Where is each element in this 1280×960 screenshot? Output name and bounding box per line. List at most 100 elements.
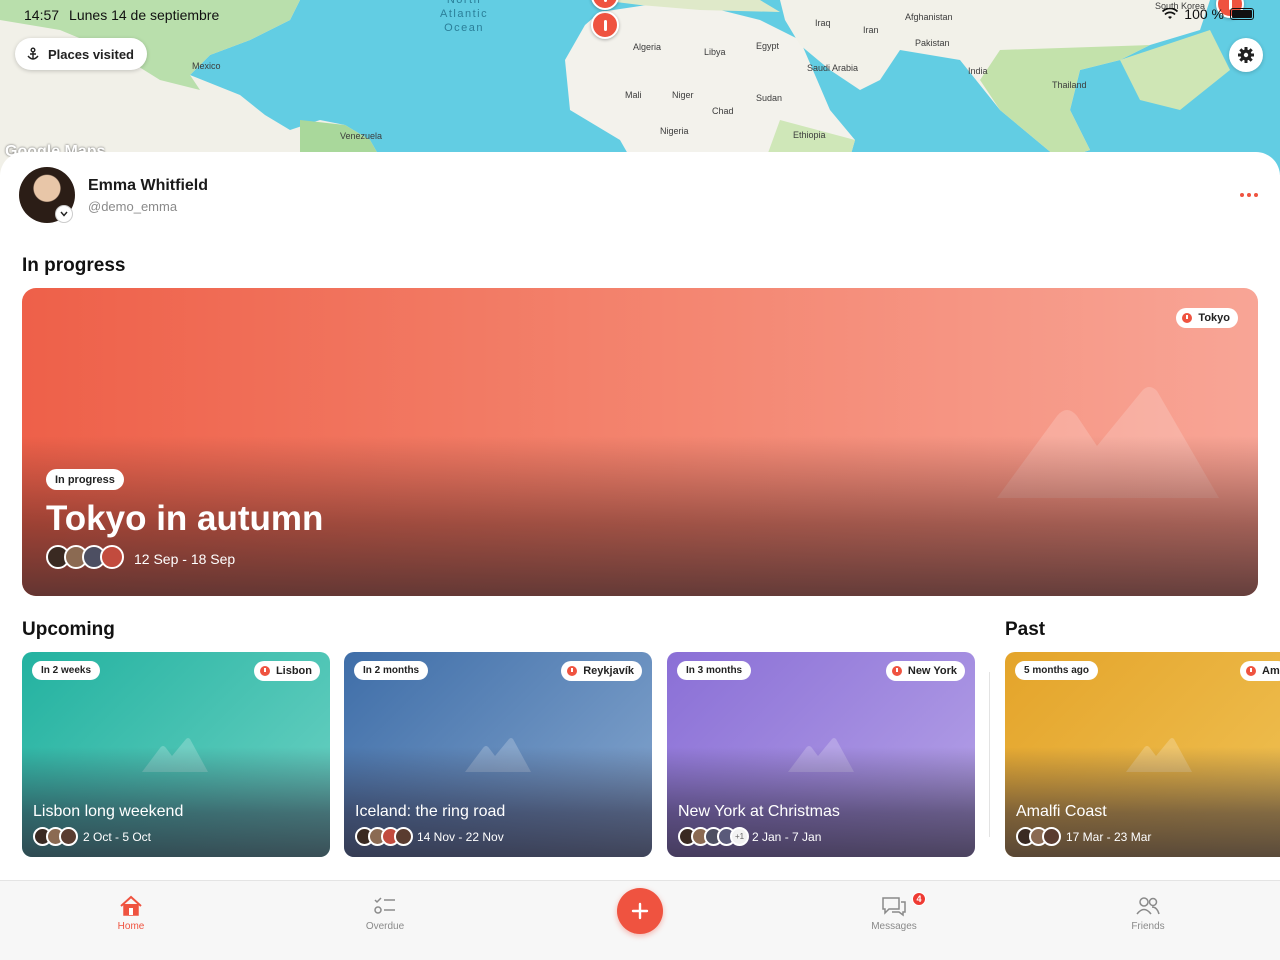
- trip-dates: 14 Nov - 22 Nov: [417, 830, 504, 844]
- profile-name: Emma Whitfield: [88, 177, 209, 194]
- member-avatar: [59, 827, 78, 846]
- tab-friends[interactable]: Friends: [1098, 895, 1198, 932]
- trip-title: Iceland: the ring road: [355, 803, 506, 820]
- member-avatars: [1016, 827, 1061, 846]
- tab-home-label: Home: [117, 921, 145, 932]
- profile-handle: @demo_emma: [88, 199, 178, 214]
- tab-overdue[interactable]: Overdue: [335, 895, 435, 932]
- map-label: Libya: [704, 47, 726, 57]
- section-title-upcoming: Upcoming: [22, 619, 115, 640]
- add-trip-button[interactable]: [617, 888, 663, 934]
- trip-card[interactable]: 5 months ago Am Amalfi Coast 17 Mar - 23…: [1005, 652, 1280, 857]
- profile-avatar[interactable]: [19, 167, 75, 223]
- location-tag: Tokyo: [1176, 308, 1238, 328]
- location-tag-label: Am: [1262, 665, 1280, 677]
- location-pin-icon: [567, 666, 578, 676]
- account-switch-badge[interactable]: [55, 205, 73, 223]
- map-label: Egypt: [756, 41, 780, 51]
- map-label: Ethiopia: [793, 130, 826, 140]
- location-pin-icon: [1182, 313, 1193, 323]
- status-time: 14:57: [24, 7, 60, 23]
- chevron-down-icon: [60, 211, 68, 217]
- member-avatar: [100, 545, 124, 569]
- map-label: Saudi Arabia: [807, 63, 859, 73]
- map-label: Niger: [672, 90, 694, 100]
- map-label: Venezuela: [340, 131, 383, 141]
- chat-bubbles-icon: [882, 897, 906, 917]
- section-title-past: Past: [1005, 619, 1046, 640]
- trip-title: Amalfi Coast: [1016, 803, 1107, 820]
- tab-friends-label: Friends: [1131, 921, 1165, 932]
- ocean-label: North Atlantic Ocean: [440, 0, 489, 34]
- location-tag: Lisbon: [253, 661, 320, 681]
- member-avatar: [1042, 827, 1061, 846]
- trip-card[interactable]: In 2 months Reykjavík Iceland: the ring …: [344, 652, 652, 857]
- more-options-button[interactable]: [1240, 188, 1264, 202]
- tab-overdue-label: Overdue: [365, 921, 405, 932]
- map-label: Mexico: [192, 61, 221, 71]
- battery-percent: 100 %: [1184, 6, 1224, 22]
- member-avatars: [355, 827, 413, 846]
- trip-dates: 17 Mar - 23 Mar: [1066, 830, 1152, 844]
- member-avatar: [394, 827, 413, 846]
- trip-status-badge: In 2 weeks: [32, 661, 101, 680]
- plus-icon: [631, 902, 649, 920]
- map-label: Chad: [712, 106, 734, 116]
- member-avatars: +1: [678, 827, 749, 846]
- settings-button[interactable]: [1229, 38, 1263, 72]
- wifi-icon: [1162, 8, 1179, 19]
- location-pin-icon: [1246, 666, 1256, 676]
- map-view[interactable]: North Atlantic Ocean Mexico Venezuela Alge…: [0, 0, 1280, 175]
- member-avatars: [33, 827, 78, 846]
- member-avatars: [46, 545, 124, 569]
- map-label: Thailand: [1052, 80, 1087, 90]
- trip-card[interactable]: In 2 weeks Lisbon Lisbon long weekend 2 …: [22, 652, 330, 857]
- trip-dates: 12 Sep - 18 Sep: [134, 551, 236, 567]
- map-label: Afghanistan: [905, 12, 953, 22]
- trip-card-hero[interactable]: Tokyo In progress Tokyo in autumn 12 Sep…: [22, 288, 1258, 596]
- map-land: [0, 0, 1230, 175]
- map-label: India: [968, 66, 988, 76]
- trip-title: New York at Christmas: [678, 803, 840, 820]
- location-tag: Reykjavík: [561, 661, 642, 681]
- location-pin-icon: [891, 666, 902, 676]
- map-label: Iraq: [815, 18, 831, 28]
- tab-bar: Home Overdue Messages 4 Friends: [0, 880, 1280, 960]
- map-label: Nigeria: [660, 126, 689, 136]
- location-tag-label: Tokyo: [1198, 312, 1230, 324]
- map-label: Iran: [863, 25, 879, 35]
- trip-status-badge: In 2 months: [354, 661, 429, 680]
- places-visited-button[interactable]: Places visited: [15, 38, 147, 70]
- section-divider: [989, 672, 990, 837]
- tab-messages[interactable]: Messages: [844, 895, 944, 932]
- trip-status-badge: In 3 months: [677, 661, 752, 680]
- friends-icon: [1136, 897, 1160, 915]
- section-title-in-progress: In progress: [22, 255, 126, 276]
- map-label: Algeria: [633, 42, 662, 52]
- location-tag-label: Reykjavík: [583, 665, 634, 677]
- battery-icon: [1230, 8, 1254, 20]
- location-tag-label: Lisbon: [275, 665, 312, 677]
- status-bar-right: 100 %: [1162, 6, 1254, 22]
- trip-card[interactable]: In 3 months New York New York at Christm…: [667, 652, 975, 857]
- location-tag: New York: [885, 661, 965, 681]
- status-bar-left: 14:57 Lunes 14 de septiembre: [24, 7, 229, 23]
- places-visited-label: Places visited: [48, 46, 134, 62]
- anchor-icon: [27, 47, 39, 60]
- place-pin[interactable]: [591, 11, 619, 39]
- trip-dates: 2 Oct - 5 Oct: [83, 830, 152, 844]
- trips-sheet: Emma Whitfield @demo_emma In progress To…: [0, 152, 1280, 960]
- home-icon: [120, 895, 142, 916]
- checklist-icon: [374, 897, 395, 914]
- location-tag: Am: [1240, 661, 1280, 681]
- map-label: Mali: [625, 90, 642, 100]
- trip-title: Lisbon long weekend: [33, 803, 184, 820]
- trip-status-badge: In progress: [46, 469, 124, 490]
- gear-icon: [1238, 47, 1254, 63]
- tab-messages-label: Messages: [871, 921, 917, 932]
- tab-home[interactable]: Home: [81, 895, 181, 932]
- extra-members-count: +1: [730, 827, 749, 846]
- location-pin-icon: [259, 666, 270, 676]
- status-date: Lunes 14 de septiembre: [69, 7, 220, 23]
- trip-status-badge: 5 months ago: [1015, 661, 1099, 680]
